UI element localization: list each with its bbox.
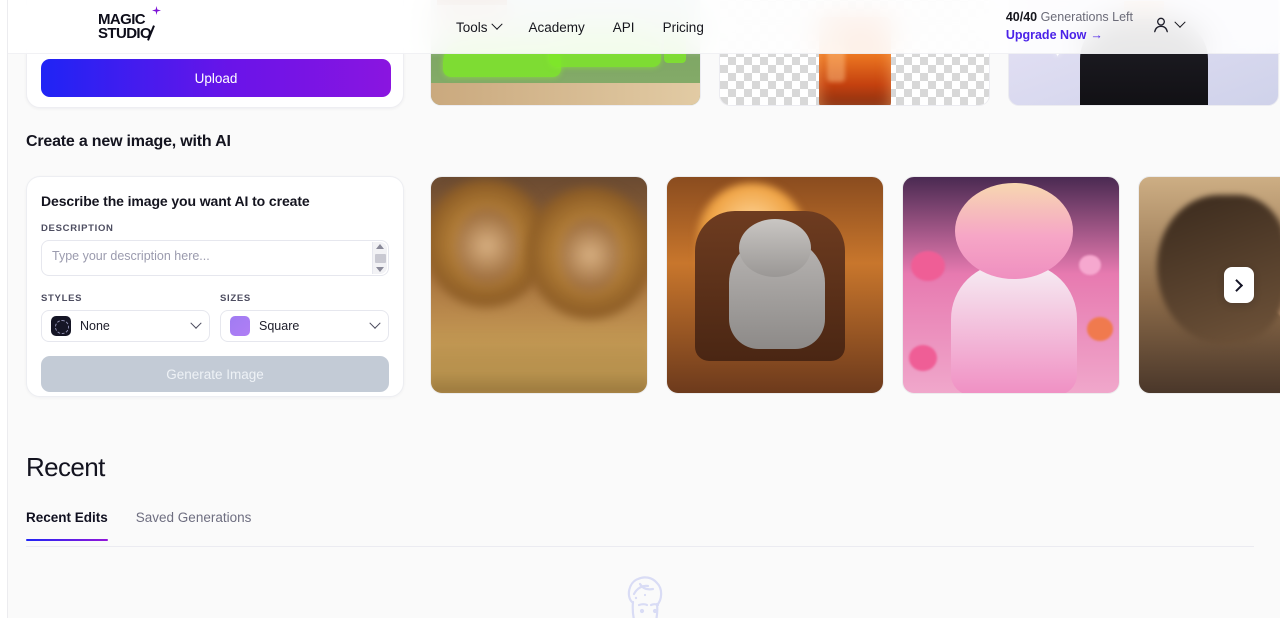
scroll-down-icon[interactable] <box>376 267 384 272</box>
nav-item-label: Academy <box>528 19 585 35</box>
tiger-head-shape <box>955 183 1073 279</box>
main-nav: Tools Academy API Pricing <box>456 0 704 54</box>
chevron-right-icon <box>1229 278 1243 292</box>
styles-value: None <box>80 319 110 333</box>
chevron-down-icon <box>369 317 381 329</box>
generations-count: 40/40 <box>1005 10 1038 24</box>
carousel-next-button[interactable] <box>1224 267 1254 303</box>
nav-item-label: Tools <box>456 19 488 35</box>
gallery-image-woman[interactable] <box>1138 176 1280 394</box>
tiger-body-shape <box>951 263 1077 393</box>
scrollbar-thumb[interactable] <box>374 253 386 263</box>
chevron-down-icon <box>1174 16 1186 28</box>
create-image-card: Describe the image you want AI to create… <box>26 176 404 397</box>
logo[interactable]: MAGIC STUDIO <box>98 6 161 42</box>
upgrade-label: Upgrade Now <box>1005 28 1087 42</box>
generations-block: 40/40 Generations Left Upgrade Now → <box>1006 9 1133 44</box>
style-swatch-none-icon <box>51 316 71 336</box>
styles-group: STYLES None <box>41 293 210 342</box>
cat-head-shape <box>739 219 811 277</box>
description-scrollbar[interactable] <box>372 242 387 274</box>
create-card-heading: Describe the image you want AI to create <box>41 193 310 209</box>
sparkle-icon <box>152 6 161 15</box>
flower-shape <box>909 345 937 371</box>
tabs-divider <box>26 546 1254 547</box>
upgrade-now-link[interactable]: Upgrade Now → <box>1006 26 1133 44</box>
create-section-title: Create a new image, with AI <box>26 133 231 150</box>
sizes-label: SIZES <box>220 293 251 304</box>
driveway-shape <box>431 83 700 105</box>
tab-recent-edits[interactable]: Recent Edits <box>26 510 108 541</box>
browser-edge-strip <box>0 0 8 618</box>
size-swatch-square-icon <box>230 316 250 336</box>
gallery-image-cat[interactable] <box>666 176 884 394</box>
nav-item-label: Pricing <box>662 19 704 35</box>
scroll-up-icon[interactable] <box>376 244 384 249</box>
styles-label: STYLES <box>41 293 83 304</box>
flower-shape <box>1087 317 1113 341</box>
nav-item-academy[interactable]: Academy <box>529 20 585 35</box>
account-area: 40/40 Generations Left Upgrade Now → <box>1006 9 1186 44</box>
nav-item-api[interactable]: API <box>613 20 635 35</box>
nav-item-label: API <box>612 19 635 35</box>
description-label: DESCRIPTION <box>41 223 114 234</box>
sizes-value: Square <box>259 319 300 333</box>
user-icon <box>1154 17 1168 33</box>
gallery-image-tiger[interactable] <box>902 176 1120 394</box>
flower-shape <box>1079 255 1101 275</box>
empty-state-illustration <box>627 576 663 618</box>
description-input[interactable] <box>41 240 389 276</box>
gallery-image-lions[interactable] <box>430 176 648 394</box>
nav-item-tools[interactable]: Tools <box>456 18 503 35</box>
generations-label: Generations Left <box>1040 10 1133 24</box>
flower-shape <box>911 251 945 281</box>
grass-foreground <box>431 323 647 393</box>
lion-face-left <box>455 207 519 285</box>
lion-face-right <box>559 217 621 293</box>
selectors-row: STYLES None SIZES Square <box>41 293 389 342</box>
site-header: MAGIC STUDIO Tools Academy API Pricing 4… <box>0 0 1280 54</box>
arrow-right-icon: → <box>1090 28 1103 42</box>
magic-studio-page: Upload ✦ ✦ ✦ ✦ MAGIC STUDIO <box>0 0 1280 618</box>
tab-saved-generations[interactable]: Saved Generations <box>136 510 252 541</box>
sizes-group: SIZES Square <box>220 293 389 342</box>
woman-hair-shape <box>1157 195 1280 345</box>
generate-image-button[interactable]: Generate Image <box>41 356 389 392</box>
sizes-select[interactable]: Square <box>220 310 389 342</box>
chevron-down-icon <box>490 18 503 30</box>
generations-left: 40/40 Generations Left <box>1006 9 1133 26</box>
recent-heading: Recent <box>26 452 105 482</box>
avatar-menu[interactable] <box>1151 15 1186 35</box>
description-field-wrapper <box>41 240 389 281</box>
chevron-down-icon <box>190 317 202 329</box>
styles-select[interactable]: None <box>41 310 210 342</box>
recent-tabs: Recent Edits Saved Generations <box>26 510 251 541</box>
upload-button[interactable]: Upload <box>41 59 391 97</box>
generated-images-carousel <box>430 176 1280 394</box>
nav-item-pricing[interactable]: Pricing <box>663 20 704 35</box>
